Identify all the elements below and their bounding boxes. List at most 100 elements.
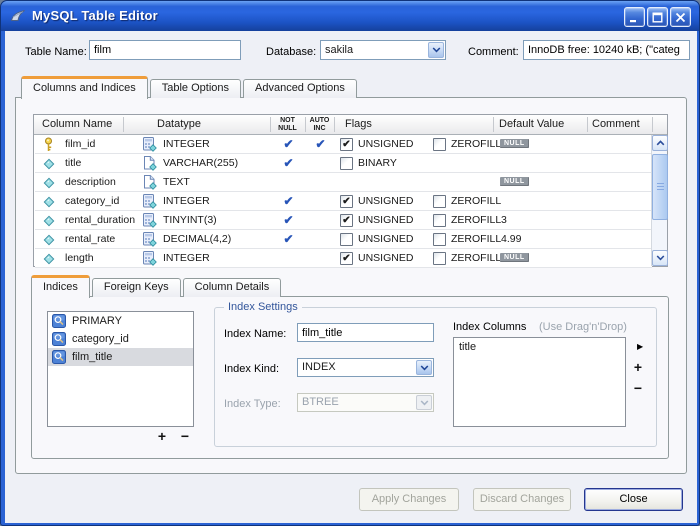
flag-checkbox-zerofill[interactable] [433,252,446,265]
index-list-item[interactable]: film_title [48,348,193,366]
index-item-label: category_id [72,333,129,345]
index-column-item[interactable]: title [454,338,625,356]
subtab-column-details[interactable]: Column Details [183,278,282,297]
default-value-cell[interactable]: 3 [501,214,507,226]
header-comment[interactable]: Comment [592,118,640,130]
flag-checkbox-zerofill[interactable] [433,233,446,246]
flag-checkbox-unsigned[interactable] [340,233,353,246]
datatype-cell[interactable]: TEXT [163,176,190,188]
datatype-numeric-icon [142,251,157,269]
close-button[interactable] [670,7,691,27]
database-label: Database: [266,46,316,58]
move-column-arrow-icon[interactable]: ▶ [637,342,643,351]
index-name-label: Index Name: [224,328,286,340]
null-badge: NULL [500,253,529,262]
column-name-cell[interactable]: film_id [65,138,95,150]
maximize-icon [652,12,663,23]
column-name-cell[interactable]: category_id [65,195,119,207]
index-list-item[interactable]: category_id [48,330,193,348]
table-row[interactable]: rental_rateDECIMAL(4,2)✔UNSIGNEDZEROFILL… [35,230,652,249]
table-row[interactable]: category_idINTEGER✔✔UNSIGNEDZEROFILL [35,192,652,211]
scroll-up-button[interactable] [652,135,668,151]
index-name-input[interactable] [297,323,434,342]
subtab-foreign-keys[interactable]: Foreign Keys [92,278,181,297]
comment-input[interactable] [523,40,690,60]
database-dropdown-button[interactable] [428,42,444,58]
index-icon [52,314,66,328]
not-null-check-icon[interactable]: ✔ [272,156,305,170]
header-auto-inc[interactable]: AUTO INC [306,117,333,133]
sub-tabstrip: IndicesForeign KeysColumn Details [31,275,281,297]
index-kind-select[interactable]: INDEX [297,358,434,377]
remove-index-button[interactable]: − [177,429,193,443]
header-not-null[interactable]: NOT NULL [271,117,304,133]
column-name-cell[interactable]: description [65,176,116,188]
close-dialog-button[interactable]: Close [584,488,683,511]
add-index-button[interactable]: + [154,429,170,443]
scroll-down-button[interactable] [652,250,668,266]
discard-changes-button[interactable]: Discard Changes [473,488,571,511]
table-row[interactable]: rental_durationTINYINT(3)✔✔UNSIGNEDZEROF… [35,211,652,230]
index-list[interactable]: PRIMARY category_id film_title [47,311,194,427]
header-default-value[interactable]: Default Value [499,118,564,130]
flag-label: ZEROFILL [451,233,501,245]
not-null-check-icon[interactable]: ✔ [272,137,305,151]
flag-label: UNSIGNED [358,138,413,150]
table-row[interactable]: film_idINTEGER✔✔✔UNSIGNEDZEROFILLNULL [35,135,652,154]
remove-column-button[interactable]: − [630,381,646,395]
flag-checkbox-zerofill[interactable] [433,138,446,151]
flag-label: ZEROFILL [451,195,501,207]
table-row[interactable]: lengthINTEGER✔UNSIGNEDZEROFILLNULL [35,249,652,268]
tab-columns-and-indices[interactable]: Columns and Indices [21,76,148,99]
not-null-check-icon[interactable]: ✔ [272,232,305,246]
flag-checkbox-zerofill[interactable] [433,195,446,208]
table-name-label: Table Name: [25,46,87,58]
chevron-down-icon [420,365,429,371]
datatype-cell[interactable]: INTEGER [163,252,210,264]
index-item-label: PRIMARY [72,315,122,327]
datatype-cell[interactable]: INTEGER [163,195,210,207]
table-row[interactable]: title VARCHAR(255) ✔ BINARY [35,154,652,173]
minimize-button[interactable] [624,7,645,27]
flag-label: BINARY [358,157,397,169]
flag-checkbox-binary[interactable] [340,157,353,170]
column-name-cell[interactable]: rental_duration [65,214,135,226]
comment-label: Comment: [468,46,519,58]
datatype-cell[interactable]: DECIMAL(4,2) [163,233,231,245]
auto-inc-check-icon[interactable]: ✔ [307,137,334,151]
header-flags[interactable]: Flags [345,118,372,130]
datatype-text-icon [142,175,157,193]
header-datatype[interactable]: Datatype [157,118,201,130]
apply-changes-button[interactable]: Apply Changes [359,488,459,511]
scroll-thumb[interactable] [652,154,668,220]
flag-checkbox-unsigned[interactable]: ✔ [340,252,353,265]
subtab-indices[interactable]: Indices [31,275,90,298]
default-value-cell[interactable]: 4.99 [501,233,521,245]
tab-advanced-options[interactable]: Advanced Options [243,79,357,98]
index-columns-list[interactable]: title [453,337,626,427]
grid-scrollbar[interactable] [651,135,667,266]
datatype-cell[interactable]: TINYINT(3) [163,214,217,226]
flag-checkbox-unsigned[interactable]: ✔ [340,214,353,227]
flag-checkbox-unsigned[interactable]: ✔ [340,195,353,208]
maximize-button[interactable] [647,7,668,27]
index-kind-dropdown-button[interactable] [416,360,432,375]
datatype-cell[interactable]: INTEGER [163,138,210,150]
main-tabstrip: Columns and IndicesTable OptionsAdvanced… [21,76,357,98]
not-null-check-icon[interactable]: ✔ [272,194,305,208]
not-null-check-icon[interactable]: ✔ [272,213,305,227]
titlebar[interactable]: MySQL Table Editor [1,1,699,31]
column-name-cell[interactable]: length [65,252,94,264]
column-name-cell[interactable]: title [65,157,81,169]
add-column-button[interactable]: + [630,360,646,374]
table-row[interactable]: descriptionTEXTNULL [35,173,652,192]
flag-checkbox-unsigned[interactable]: ✔ [340,138,353,151]
header-column-name[interactable]: Column Name [42,118,112,130]
index-list-item[interactable]: PRIMARY [48,312,193,330]
flag-checkbox-zerofill[interactable] [433,214,446,227]
database-select[interactable]: sakila [320,40,446,60]
datatype-cell[interactable]: VARCHAR(255) [163,157,238,169]
tab-table-options[interactable]: Table Options [150,79,241,98]
column-name-cell[interactable]: rental_rate [65,233,115,245]
table-name-input[interactable] [89,40,241,60]
